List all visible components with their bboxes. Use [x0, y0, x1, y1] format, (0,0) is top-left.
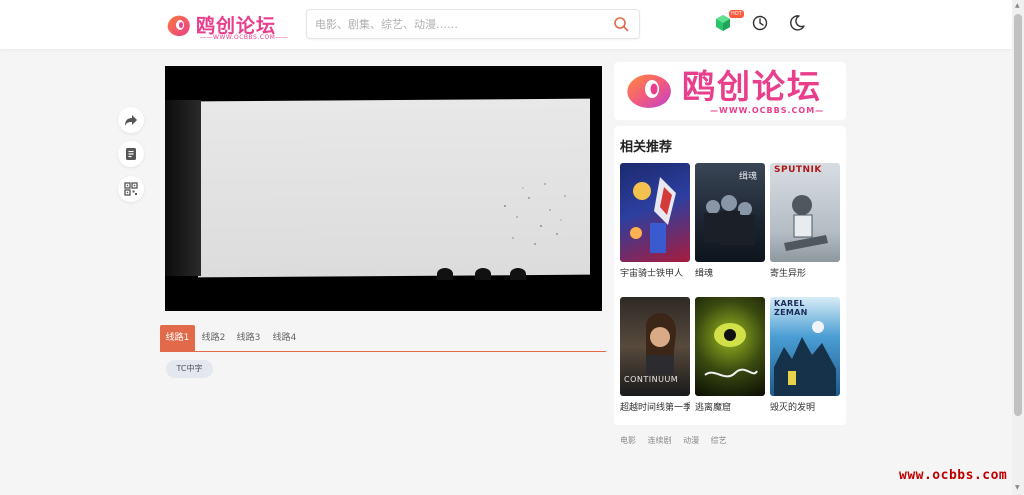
poster-art: 缉魂 — [704, 170, 757, 245]
footer-link-anime[interactable]: 动漫 — [683, 436, 699, 445]
poster-image[interactable]: CONTINUUM — [620, 297, 690, 396]
qrcode-icon — [124, 182, 138, 196]
site-watermark: www.ocbbs.com — [899, 468, 1008, 483]
banner-logo-text: 鸥创论坛 — [682, 67, 822, 106]
related-recommendations: 相关推荐 宇宙骑士铁甲人 缉魂 缉魂 SPUTNIK 寄生异形 CONTINUU… — [614, 126, 846, 425]
svg-text:缉魂: 缉魂 — [739, 170, 757, 182]
document-icon — [126, 148, 136, 160]
scroll-thumb[interactable] — [1014, 14, 1022, 416]
recommend-card[interactable]: 逃离魔窟 — [695, 297, 765, 413]
recommend-card[interactable]: 缉魂 缉魂 — [695, 163, 765, 279]
hot-badge: HOT — [729, 10, 744, 18]
recommend-title[interactable]: 逃离魔窟 — [695, 400, 765, 413]
poster-art — [704, 323, 758, 378]
poster-image[interactable] — [695, 297, 765, 396]
poster-art — [630, 177, 676, 253]
recommend-title[interactable]: 寄生异形 — [770, 266, 840, 279]
route-tab-4[interactable]: 线路4 — [267, 325, 302, 351]
search-icon[interactable] — [613, 16, 629, 32]
footer-link-series[interactable]: 连续剧 — [648, 436, 672, 445]
banner-logo-domain: —WWW.OCBBS.COM— — [710, 106, 825, 115]
video-frame-edge — [165, 100, 201, 276]
episode-chip[interactable]: TC中字 — [166, 360, 213, 378]
site-logo[interactable]: 鸥创论坛 ——WWW.OCBBS.COM—— — [164, 11, 288, 41]
video-frame-texture — [504, 183, 566, 245]
route-tab-2[interactable]: 线路2 — [196, 325, 231, 351]
recommend-title[interactable]: 缉魂 — [695, 266, 765, 279]
video-player[interactable] — [165, 66, 602, 311]
footer-link-movie[interactable]: 电影 — [620, 436, 636, 445]
route-tab-3[interactable]: 线路3 — [231, 325, 266, 351]
footer-link-variety[interactable]: 综艺 — [711, 436, 727, 445]
share-button[interactable] — [118, 107, 144, 133]
scroll-up-icon[interactable]: ▲ — [1015, 2, 1020, 9]
recommend-card[interactable]: KAREL ZEMAN 毁灭的发明 — [770, 297, 840, 413]
recommend-card[interactable]: CONTINUUM 超越时间线第一季 — [620, 297, 690, 413]
poster-art — [784, 195, 828, 251]
scroll-down-icon[interactable]: ▼ — [1015, 484, 1020, 491]
recommend-title[interactable]: 超越时间线第一季 — [620, 400, 690, 413]
logo-mark-icon — [167, 15, 190, 37]
audience-silhouette — [510, 268, 526, 280]
site-banner[interactable]: 鸥创论坛 —WWW.OCBBS.COM— — [614, 62, 846, 120]
share-arrow-icon — [125, 115, 137, 126]
recommend-card[interactable]: SPUTNIK 寄生异形 — [770, 163, 840, 279]
page-scrollbar[interactable]: ▲ ▼ — [1012, 0, 1024, 495]
audience-silhouette — [475, 268, 491, 280]
top-header: 鸥创论坛 ——WWW.OCBBS.COM—— HOT — [0, 0, 1012, 49]
logo-mark-icon — [627, 74, 671, 108]
poster-art — [774, 321, 836, 396]
poster-image[interactable] — [620, 163, 690, 262]
route-tabs: 线路1 线路2 线路3 线路4 — [160, 325, 606, 352]
poster-title: CONTINUUM — [624, 375, 679, 384]
audience-silhouette — [437, 268, 453, 280]
footer-nav: 电影 连续剧 动漫 综艺 — [620, 435, 736, 446]
route-tab-1[interactable]: 线路1 — [160, 325, 195, 351]
report-button[interactable] — [118, 141, 144, 167]
search-input[interactable] — [315, 15, 605, 33]
section-title: 相关推荐 — [620, 140, 673, 155]
recommend-title[interactable]: 毁灭的发明 — [770, 400, 840, 413]
history-clock-icon[interactable] — [751, 14, 769, 32]
poster-image[interactable]: KAREL ZEMAN — [770, 297, 840, 396]
poster-image[interactable]: SPUTNIK — [770, 163, 840, 262]
recommend-title[interactable]: 宇宙骑士铁甲人 — [620, 266, 690, 279]
poster-image[interactable]: 缉魂 — [695, 163, 765, 262]
dark-mode-moon-icon[interactable] — [788, 14, 806, 32]
logo-domain: ——WWW.OCBBS.COM—— — [200, 34, 289, 41]
recommend-card[interactable]: 宇宙骑士铁甲人 — [620, 163, 690, 279]
qrcode-button[interactable] — [118, 176, 144, 202]
search-box — [306, 9, 640, 39]
